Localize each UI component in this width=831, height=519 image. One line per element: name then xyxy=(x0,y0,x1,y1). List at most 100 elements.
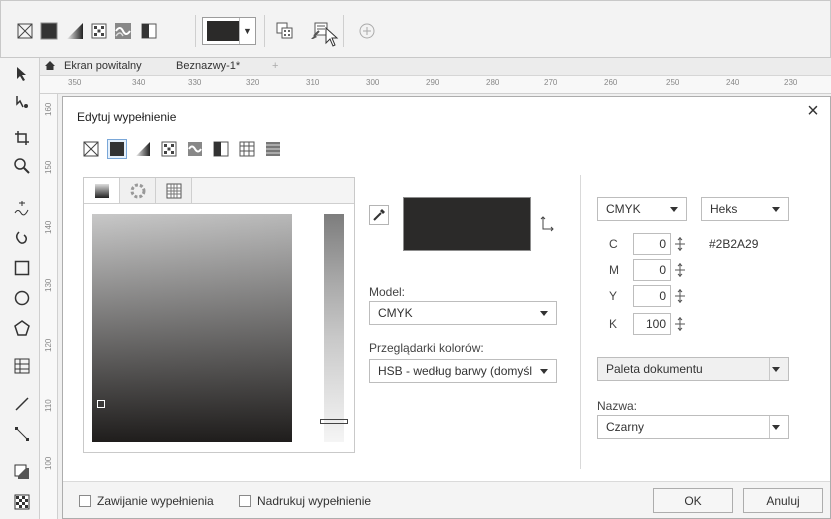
tab-welcome-screen[interactable]: Ekran powitalny xyxy=(64,60,142,72)
pick-tool-icon[interactable] xyxy=(12,64,32,84)
color-selector-marker[interactable] xyxy=(97,400,105,408)
ruler-label: 310 xyxy=(306,78,320,87)
separator xyxy=(264,15,265,47)
dropdown-divider xyxy=(769,416,770,438)
yellow-label: Y xyxy=(609,289,618,303)
drop-shadow-tool-icon[interactable] xyxy=(12,462,32,482)
color-picker-area xyxy=(84,203,354,452)
overprint-fill-checkbox[interactable]: Nadrukuj wypełnienie xyxy=(239,494,371,508)
hue-slider[interactable] xyxy=(320,214,348,442)
cyan-input[interactable]: 0 xyxy=(633,233,671,255)
hex-format-select[interactable]: Heks xyxy=(701,197,789,221)
two-color-pattern-fill-icon[interactable] xyxy=(211,139,231,159)
overprint-fill-label: Nadrukuj wypełnienie xyxy=(257,494,372,508)
ruler-label: 350 xyxy=(68,78,82,87)
document-tabs: Ekran powitalny Beznazwy-1* + xyxy=(40,58,831,76)
color-wheel-icon xyxy=(130,183,145,198)
ruler-label: 230 xyxy=(784,78,798,87)
polygon-tool-icon[interactable] xyxy=(12,318,32,338)
ruler-label: 270 xyxy=(544,78,558,87)
palette-select[interactable]: Paleta dokumentu xyxy=(597,357,789,381)
checkbox-box[interactable] xyxy=(79,495,91,507)
table-tool-icon[interactable] xyxy=(12,356,32,376)
hex-value[interactable]: #2B2A29 xyxy=(709,237,758,251)
chevron-down-icon xyxy=(772,367,780,372)
dialog-footer: Zawijanie wypełnienia Nadrukuj wypełnien… xyxy=(63,481,830,518)
model-select[interactable]: CMYK xyxy=(369,301,557,325)
model-select-value: CMYK xyxy=(378,306,413,320)
chevron-down-icon xyxy=(540,369,548,374)
zoom-tool-icon[interactable] xyxy=(12,156,32,176)
texture-fill-icon[interactable] xyxy=(237,139,257,159)
fill-color-dropdown[interactable]: ▼ xyxy=(202,17,256,45)
ellipse-tool-icon[interactable] xyxy=(12,288,32,308)
bitmap-pattern-fill-icon[interactable] xyxy=(185,139,205,159)
add-icon[interactable] xyxy=(357,21,377,41)
ok-button[interactable]: OK xyxy=(653,488,733,513)
magenta-input[interactable]: 0 xyxy=(633,259,671,281)
swap-colors-icon[interactable] xyxy=(539,215,557,233)
vector-pattern-fill-icon[interactable] xyxy=(159,139,179,159)
palette-select-value: Paleta dokumentu xyxy=(606,362,703,376)
chevron-down-icon xyxy=(540,311,548,316)
two-color-pattern-fill-icon[interactable] xyxy=(139,21,159,41)
checkbox-box[interactable] xyxy=(239,495,251,507)
uniform-fill-icon[interactable] xyxy=(39,21,59,41)
chevron-down-icon xyxy=(772,425,780,430)
ruler-label: 240 xyxy=(726,78,740,87)
ruler-label: 130 xyxy=(44,278,53,292)
interactive-fill-tool-icon[interactable] xyxy=(12,492,32,512)
vector-pattern-fill-icon[interactable] xyxy=(89,21,109,41)
tab-color-mixers[interactable] xyxy=(120,178,156,203)
tab-color-palettes[interactable] xyxy=(156,178,192,203)
tab-color-models[interactable] xyxy=(84,178,120,203)
uniform-fill-icon[interactable] xyxy=(107,139,127,159)
color-viewer-select[interactable]: HSB - według barwy (domyśl xyxy=(369,359,557,383)
bitmap-pattern-fill-icon[interactable] xyxy=(113,21,133,41)
add-tab-icon[interactable]: + xyxy=(272,60,278,72)
wrap-fill-checkbox[interactable]: Zawijanie wypełnienia xyxy=(79,494,214,508)
postscript-fill-icon[interactable] xyxy=(263,139,283,159)
cancel-button[interactable]: Anuluj xyxy=(743,488,823,513)
black-label: K xyxy=(609,317,618,331)
palette-grid-icon xyxy=(166,183,181,198)
fill-color-swatch xyxy=(207,21,239,41)
fountain-fill-icon[interactable] xyxy=(133,139,153,159)
column-divider xyxy=(580,175,581,469)
black-input[interactable]: 100 xyxy=(633,313,671,335)
yellow-input[interactable]: 0 xyxy=(633,285,671,307)
chevron-down-icon[interactable]: ▼ xyxy=(239,18,255,44)
eyedropper-icon[interactable] xyxy=(369,205,389,225)
cyan-spinner-icon[interactable] xyxy=(673,233,687,255)
ruler-label: 120 xyxy=(44,338,53,352)
color-name-select[interactable]: Czarny xyxy=(597,415,789,439)
ruler-label: 280 xyxy=(486,78,500,87)
yellow-spinner-icon[interactable] xyxy=(673,285,687,307)
freehand-tool-icon[interactable] xyxy=(12,198,32,218)
color-model-select-value: CMYK xyxy=(606,202,641,216)
copy-fill-icon[interactable] xyxy=(275,21,295,41)
color-name-select-value: Czarny xyxy=(606,420,645,434)
no-fill-icon[interactable] xyxy=(15,21,35,41)
home-icon[interactable] xyxy=(44,60,56,74)
tab-document[interactable]: Beznazwy-1* xyxy=(176,60,240,72)
rectangle-tool-icon[interactable] xyxy=(12,258,32,278)
color-model-select[interactable]: CMYK xyxy=(597,197,687,221)
connector-tool-icon[interactable] xyxy=(12,424,32,444)
ruler-label: 100 xyxy=(44,456,53,470)
artistic-media-tool-icon[interactable] xyxy=(12,228,32,248)
shape-tool-icon[interactable] xyxy=(12,92,32,112)
close-icon[interactable]: × xyxy=(804,101,822,121)
magenta-spinner-icon[interactable] xyxy=(673,259,687,281)
dimension-tool-icon[interactable] xyxy=(12,394,32,414)
ruler-label: 340 xyxy=(132,78,146,87)
saturation-brightness-field[interactable] xyxy=(92,214,292,442)
black-spinner-icon[interactable] xyxy=(673,313,687,335)
crop-tool-icon[interactable] xyxy=(12,128,32,148)
ruler-label: 300 xyxy=(366,78,380,87)
ruler-label: 250 xyxy=(666,78,680,87)
hue-slider-handle[interactable] xyxy=(320,419,348,424)
toolbox xyxy=(0,58,40,519)
fountain-fill-icon[interactable] xyxy=(65,21,85,41)
no-fill-icon[interactable] xyxy=(81,139,101,159)
